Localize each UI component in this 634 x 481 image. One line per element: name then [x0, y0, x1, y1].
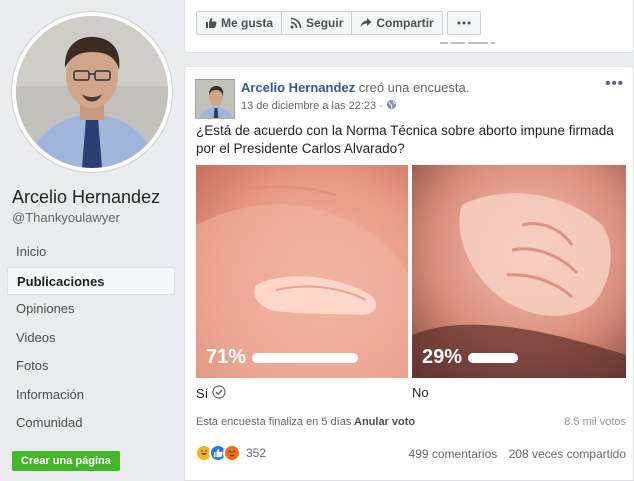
post-author-link[interactable]: Arcelio Hernandez — [241, 80, 355, 95]
poll-no-result: 29% — [422, 346, 519, 369]
poll-option-no[interactable]: No — [412, 385, 429, 400]
page-nav: Inicio Publicaciones Opiniones Videos Fo… — [7, 238, 175, 438]
reaction-count: 352 — [246, 446, 267, 460]
post-action-text: creó una encuesta. — [358, 80, 470, 95]
poll-option-yes-image[interactable]: 71% — [196, 165, 408, 378]
poll-options: 71% 29% — [196, 165, 626, 378]
nav-item-inicio[interactable]: Inicio — [7, 238, 175, 267]
nav-item-comunidad[interactable]: Comunidad — [7, 409, 175, 438]
comments-count-link[interactable]: 499 comentarios — [409, 447, 498, 461]
globe-icon[interactable] — [386, 99, 397, 113]
poll-yes-bar — [252, 352, 359, 363]
page-actions: Me gusta Seguir Compartir — [196, 11, 481, 35]
check-circle-icon — [212, 385, 226, 402]
poll-option-yes-label: Sí — [196, 386, 209, 401]
nav-item-informacion[interactable]: Información — [7, 381, 175, 410]
post-author-avatar[interactable] — [195, 79, 235, 119]
nav-item-videos[interactable]: Videos — [7, 324, 175, 353]
follow-label: Seguir — [306, 16, 344, 30]
poll-option-no-image[interactable]: 29% — [412, 165, 626, 378]
poll-no-bar — [468, 352, 519, 363]
post-stats: 352 499 comentarios 208 veces compartido — [195, 444, 626, 466]
follow-button[interactable]: Seguir — [282, 11, 353, 35]
angry-reaction-icon — [223, 444, 241, 462]
like-label: Me gusta — [221, 16, 274, 30]
nav-item-fotos[interactable]: Fotos — [7, 352, 175, 381]
thumbs-up-icon — [205, 17, 217, 29]
poll-option-yes[interactable]: Sí — [196, 385, 226, 402]
poll-option-no-label: No — [412, 385, 429, 400]
post-options-icon[interactable]: ••• — [605, 75, 624, 92]
share-arrow-icon — [360, 17, 372, 29]
poll-question: ¿Está de acuerdo con la Norma Técnica so… — [196, 123, 614, 156]
left-sidebar: Arcelio Hernandez @Thankyoulawyer Inicio… — [0, 0, 183, 481]
poll-no-percent: 29% — [422, 346, 463, 368]
poll-yes-result: 71% — [206, 346, 359, 369]
cancel-vote-link[interactable]: Anular voto — [354, 416, 415, 428]
rss-icon — [290, 17, 302, 29]
poll-yes-percent: 71% — [206, 346, 247, 368]
nav-item-publicaciones[interactable]: Publicaciones — [7, 266, 175, 295]
more-options-button[interactable] — [446, 11, 481, 35]
page-actions-card: Me gusta Seguir Compartir — [184, 0, 634, 53]
nav-item-opiniones[interactable]: Opiniones — [7, 295, 175, 324]
like-page-button[interactable]: Me gusta — [196, 11, 283, 35]
engagement-counts: 499 comentarios 208 veces compartido — [409, 447, 626, 461]
create-page-button[interactable]: Crear una página — [12, 451, 120, 471]
post-header: Arcelio Hernandez creó una encuesta. — [241, 80, 469, 95]
share-button[interactable]: Compartir — [352, 11, 443, 35]
profile-photo — [16, 16, 168, 168]
shares-count-link[interactable]: 208 veces compartido — [509, 447, 626, 461]
profile-name[interactable]: Arcelio Hernandez — [12, 187, 160, 208]
share-label: Compartir — [376, 16, 434, 30]
profile-picture[interactable] — [12, 12, 172, 172]
profile-handle[interactable]: @Thankyoulawyer — [12, 210, 120, 225]
more-dots-icon — [457, 21, 471, 25]
poll-vote-count[interactable]: 8.5 mil votos — [564, 416, 626, 428]
post-meta: 13 de diciembre a las 22:23 · — [241, 99, 397, 113]
poll-ends-text: Esta encuesta finaliza en 5 días — [196, 416, 352, 428]
clipped-text-fragment — [440, 42, 510, 46]
poll-post: Arcelio Hernandez creó una encuesta. 13 … — [184, 66, 634, 481]
post-date[interactable]: 13 de diciembre a las 22:23 · — [241, 100, 383, 112]
reactions-summary[interactable]: 352 — [195, 444, 266, 462]
